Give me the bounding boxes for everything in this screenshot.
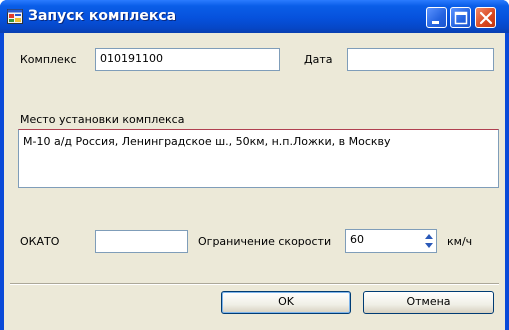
date-field[interactable] — [347, 48, 494, 71]
speed-limit-label: Ограничение скорости — [198, 235, 332, 248]
close-button[interactable] — [475, 7, 496, 28]
okato-field[interactable] — [95, 230, 188, 253]
dialog-window: Запуск комплекса Комплекс 010191100 Дата… — [0, 0, 509, 330]
okato-label: ОКАТО — [20, 235, 60, 248]
complex-label: Комплекс — [20, 53, 77, 66]
window-title: Запуск комплекса — [28, 8, 177, 24]
separator — [10, 283, 499, 285]
dialog-body: Комплекс 010191100 Дата Место установки … — [4, 33, 505, 330]
ok-button[interactable]: OK — [221, 291, 351, 314]
title-bar[interactable]: Запуск комплекса — [0, 0, 509, 33]
maximize-icon — [454, 11, 468, 25]
minimize-icon — [432, 21, 439, 24]
complex-field[interactable]: 010191100 — [95, 48, 280, 71]
close-icon — [479, 11, 493, 25]
speed-limit-spinner[interactable]: 60 — [345, 229, 437, 253]
maximize-button[interactable] — [450, 7, 471, 28]
cancel-button[interactable]: Отмена — [363, 291, 494, 314]
app-icon — [7, 9, 23, 24]
spin-arrows-icon[interactable] — [424, 232, 434, 250]
minimize-button[interactable] — [426, 7, 447, 28]
speed-unit-label: км/ч — [447, 235, 473, 248]
location-label: Место установки комплекса — [20, 113, 185, 126]
location-textarea[interactable]: М-10 а/д Россия, Ленинградское ш., 50км,… — [18, 129, 499, 188]
date-label: Дата — [304, 53, 333, 66]
